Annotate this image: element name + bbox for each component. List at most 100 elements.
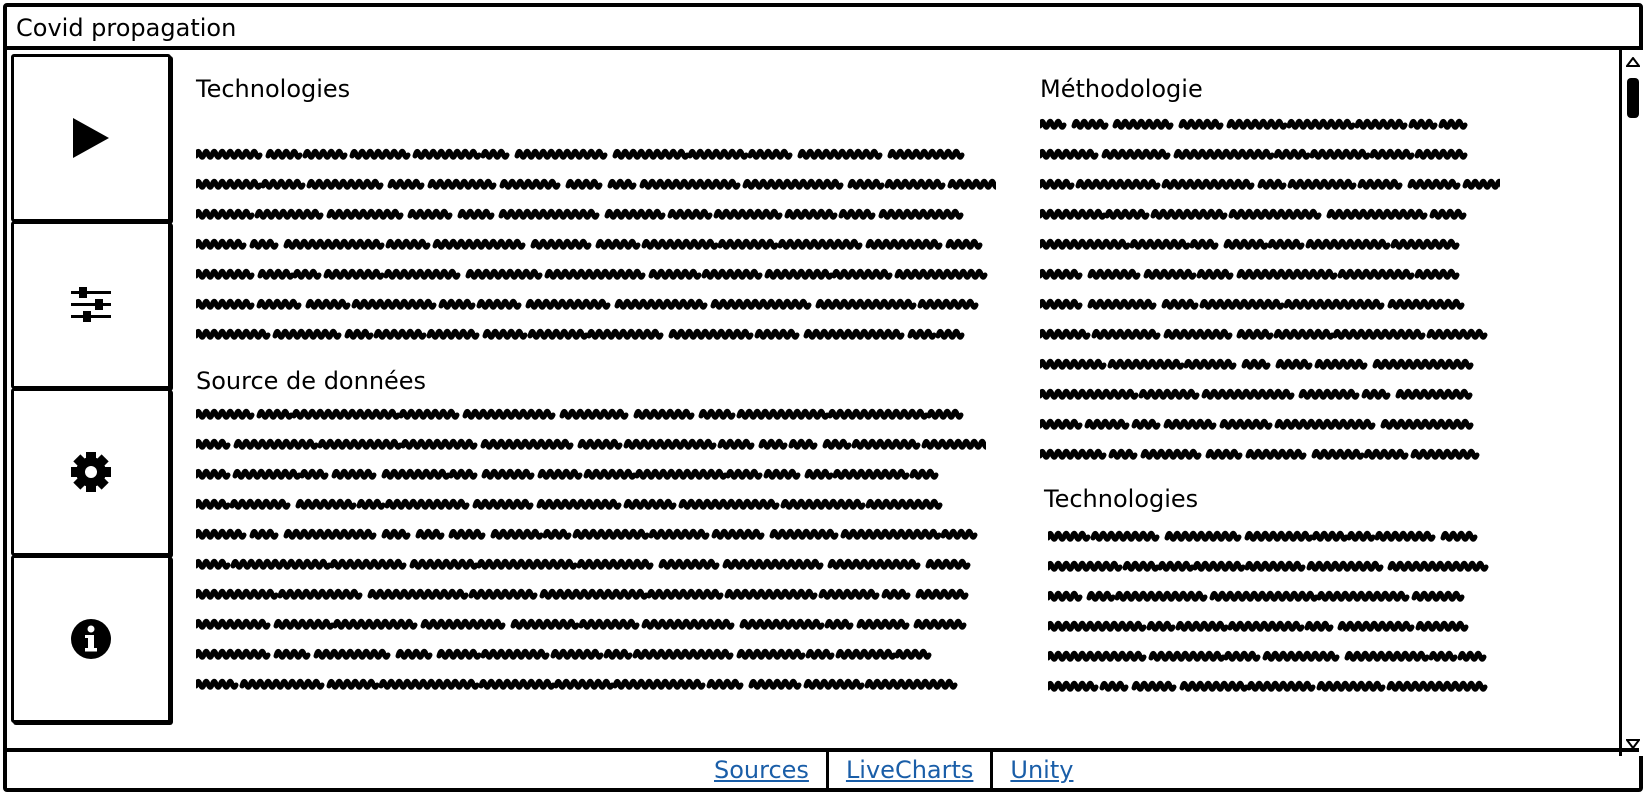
scribble-word bbox=[448, 528, 486, 540]
scribble-word bbox=[229, 498, 291, 510]
scribble-word bbox=[1374, 530, 1436, 542]
scribble-word bbox=[1131, 680, 1177, 692]
gear-button[interactable] bbox=[11, 388, 171, 556]
scribble-word bbox=[476, 558, 578, 570]
scribble-word bbox=[634, 468, 728, 480]
scroll-thumb[interactable] bbox=[1627, 78, 1639, 118]
scribble-word bbox=[1161, 298, 1199, 310]
scribble-word bbox=[803, 328, 905, 340]
scribble-word bbox=[887, 148, 965, 160]
scribble-word bbox=[415, 528, 445, 540]
scribble-word bbox=[1150, 208, 1228, 220]
scribble-word bbox=[917, 298, 979, 310]
window-title: Covid propagation bbox=[16, 14, 237, 42]
scribble-word bbox=[490, 528, 544, 540]
scribble-word bbox=[572, 528, 650, 540]
scribble-word bbox=[254, 208, 324, 220]
scribble-word bbox=[1205, 448, 1243, 460]
scribble-word bbox=[378, 678, 480, 690]
scribble-word bbox=[764, 268, 834, 280]
scribble-word bbox=[648, 528, 710, 540]
left-sources-section: Source de données bbox=[196, 367, 426, 395]
scribble-word bbox=[326, 678, 380, 690]
scroll-up-icon[interactable] bbox=[1624, 54, 1642, 70]
scribble-word bbox=[1357, 178, 1403, 190]
scribble-word bbox=[544, 268, 646, 280]
scribble-word bbox=[1084, 418, 1130, 430]
scribble-word bbox=[432, 238, 526, 250]
scribble-word bbox=[1163, 418, 1217, 430]
title-bar: Covid propagation bbox=[7, 7, 1639, 50]
vertical-scrollbar[interactable] bbox=[1619, 50, 1643, 756]
scribble-word bbox=[349, 148, 411, 160]
scribble-word bbox=[1048, 590, 1083, 602]
scribble-word bbox=[1309, 148, 1371, 160]
scribble-word bbox=[1227, 620, 1305, 632]
scribble-word bbox=[1040, 268, 1083, 280]
scribble-word bbox=[832, 468, 910, 480]
scribble-word bbox=[1173, 148, 1275, 160]
scribble-word bbox=[291, 408, 401, 420]
scribble-word bbox=[387, 178, 425, 190]
scribble-word bbox=[894, 268, 988, 280]
scribble-word bbox=[1244, 530, 1314, 542]
info-button[interactable] bbox=[11, 555, 171, 723]
sliders-button[interactable] bbox=[11, 221, 171, 389]
scribble-word bbox=[536, 498, 622, 510]
scribble-word bbox=[827, 558, 921, 570]
scribble-word bbox=[559, 408, 629, 420]
scribble-word bbox=[306, 178, 384, 190]
scribble-word bbox=[273, 648, 311, 660]
scribble-word bbox=[400, 438, 478, 450]
scribble-word bbox=[940, 528, 978, 540]
sources-link[interactable]: Sources bbox=[697, 756, 826, 784]
scribble-word bbox=[351, 298, 437, 310]
scribble-word bbox=[196, 648, 271, 660]
right-technologies-section: Technologies bbox=[1044, 485, 1198, 513]
scribble-word bbox=[1386, 680, 1488, 692]
scribble-word bbox=[736, 648, 806, 660]
scribble-word bbox=[1387, 560, 1489, 572]
scribble-word bbox=[725, 468, 763, 480]
scribble-word bbox=[196, 328, 271, 340]
scribble-word bbox=[323, 268, 385, 280]
scribble-word bbox=[272, 328, 342, 340]
scribble-word bbox=[925, 558, 971, 570]
scribble-word bbox=[256, 298, 302, 310]
scribble-word bbox=[623, 498, 677, 510]
scribble-word bbox=[462, 408, 556, 420]
scribble-word bbox=[1075, 178, 1161, 190]
livecharts-link[interactable]: LiveCharts bbox=[829, 756, 990, 784]
scribble-word bbox=[448, 468, 478, 480]
scribble-word bbox=[711, 528, 765, 540]
play-button[interactable] bbox=[11, 54, 171, 222]
scribble-word bbox=[1429, 208, 1467, 220]
left-technologies-section: Technologies bbox=[196, 75, 350, 103]
scribble-word bbox=[641, 238, 719, 250]
scribble-word bbox=[1344, 650, 1430, 662]
scribble-word bbox=[607, 178, 637, 190]
footer-links: Sources LiveCharts Unity bbox=[697, 752, 1090, 788]
scribble-word bbox=[576, 558, 654, 570]
scribble-word bbox=[1040, 148, 1099, 160]
scribble-word bbox=[803, 678, 865, 690]
scribble-word bbox=[1040, 388, 1139, 400]
scribble-word bbox=[742, 178, 844, 190]
scribble-word bbox=[1380, 418, 1474, 430]
scribble-word bbox=[748, 678, 802, 690]
scribble-word bbox=[1361, 388, 1391, 400]
scribble-word bbox=[409, 558, 479, 570]
scribble-word bbox=[499, 178, 561, 190]
app-window: Covid propagation Technologies Source de… bbox=[3, 3, 1643, 792]
scribble-word bbox=[1143, 268, 1197, 280]
scribble-word bbox=[835, 648, 897, 660]
scribble-word bbox=[367, 588, 469, 600]
scribble-word bbox=[482, 328, 528, 340]
scribble-word bbox=[510, 618, 580, 630]
scribble-word bbox=[553, 678, 615, 690]
scribble-word bbox=[612, 148, 690, 160]
scribble-word bbox=[763, 468, 801, 480]
unity-link[interactable]: Unity bbox=[993, 756, 1090, 784]
left-sources-text bbox=[196, 399, 986, 699]
right-methodologie-text bbox=[1040, 109, 1500, 469]
